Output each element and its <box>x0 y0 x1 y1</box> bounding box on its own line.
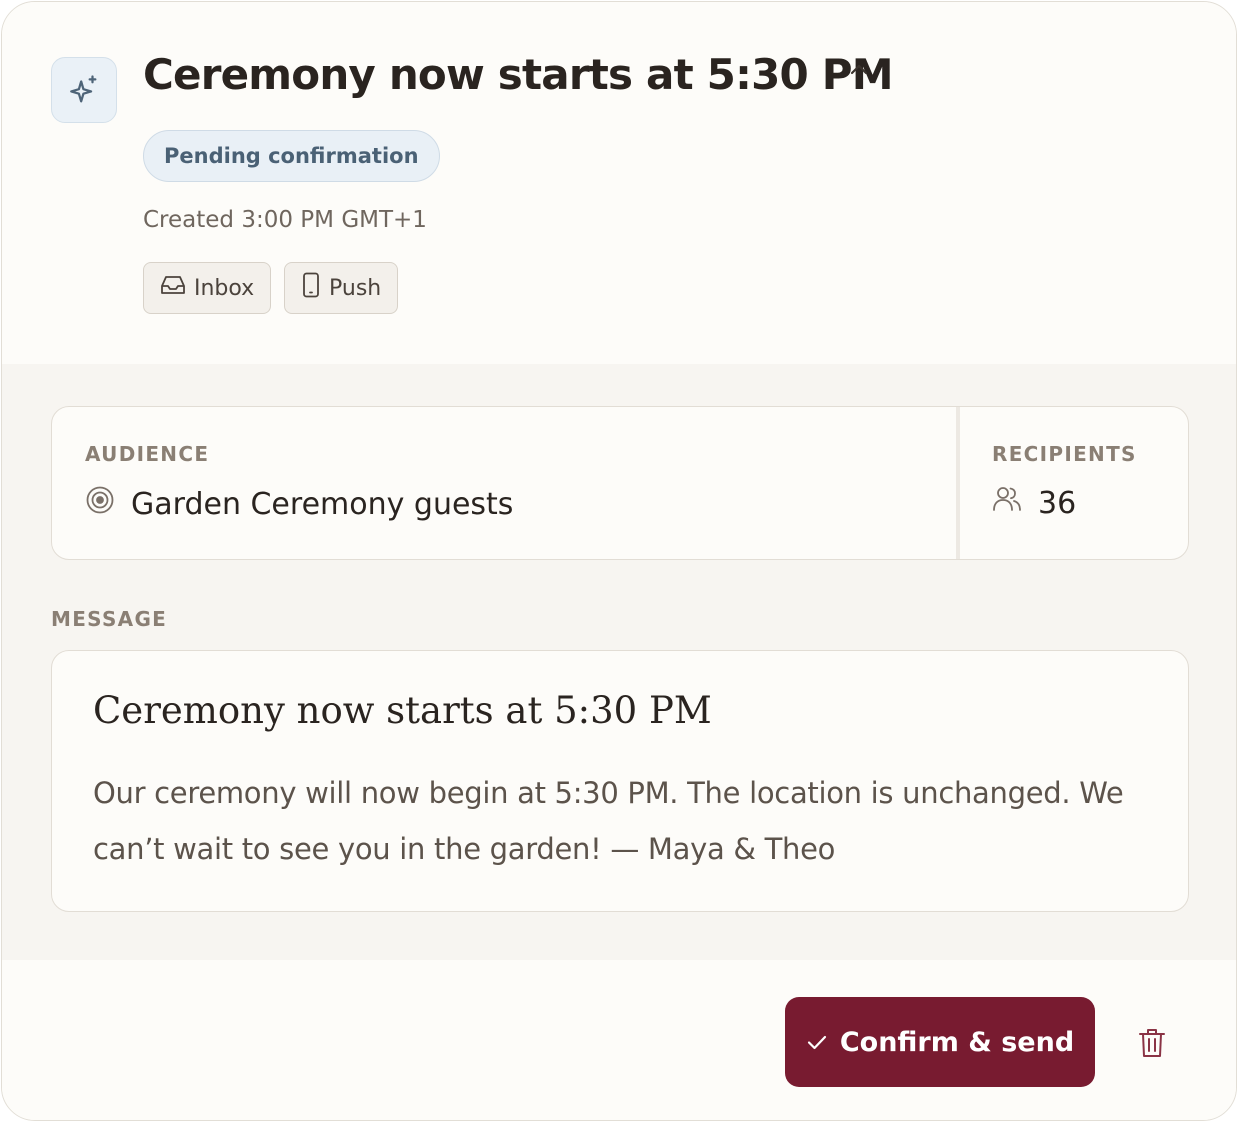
recipients-count: 36 <box>1038 485 1077 521</box>
confirm-send-button[interactable]: Confirm & send <box>785 997 1095 1087</box>
users-icon <box>992 485 1022 521</box>
collapse-chevron-icon[interactable] <box>844 58 874 82</box>
phone-icon <box>301 272 321 304</box>
message-preview: Ceremony now starts at 5:30 PM Our cerem… <box>51 650 1189 912</box>
panel-divider <box>956 407 960 559</box>
confirm-label: Confirm & send <box>839 1026 1075 1058</box>
message-title: Ceremony now starts at 5:30 PM <box>93 689 712 732</box>
inbox-icon <box>160 274 186 302</box>
audience-panel: AUDIENCE Garden Ceremony guests RECIPIEN… <box>51 406 1189 560</box>
card-body: AUDIENCE Garden Ceremony guests RECIPIEN… <box>2 364 1236 961</box>
notification-card: Ceremony now starts at 5:30 PM Pending c… <box>1 1 1237 1121</box>
audience-label: AUDIENCE <box>85 442 210 466</box>
notification-title: Ceremony now starts at 5:30 PM <box>143 50 894 99</box>
recipients-value: 36 <box>992 485 1076 521</box>
trash-icon[interactable] <box>1131 1022 1173 1064</box>
channel-tag-push: Push <box>284 262 399 314</box>
created-timestamp: Created 3:00 PM GMT+1 <box>143 207 427 233</box>
check-icon <box>806 1027 828 1058</box>
status-badge: Pending confirmation <box>143 130 440 182</box>
message-label: MESSAGE <box>51 607 168 631</box>
audience-value: Garden Ceremony guests <box>85 485 513 523</box>
message-body: Our ceremony will now begin at 5:30 PM. … <box>93 776 1124 866</box>
target-icon <box>85 485 115 523</box>
card-footer: Confirm & send <box>2 960 1236 1120</box>
audience-name: Garden Ceremony guests <box>131 486 514 522</box>
card-header: Ceremony now starts at 5:30 PM Pending c… <box>2 2 1236 365</box>
channel-label: Inbox <box>194 275 255 301</box>
recipients-label: RECIPIENTS <box>992 442 1137 466</box>
channel-label: Push <box>329 275 382 301</box>
channel-tag-inbox: Inbox <box>143 262 272 314</box>
sparkle-icon <box>51 57 117 123</box>
